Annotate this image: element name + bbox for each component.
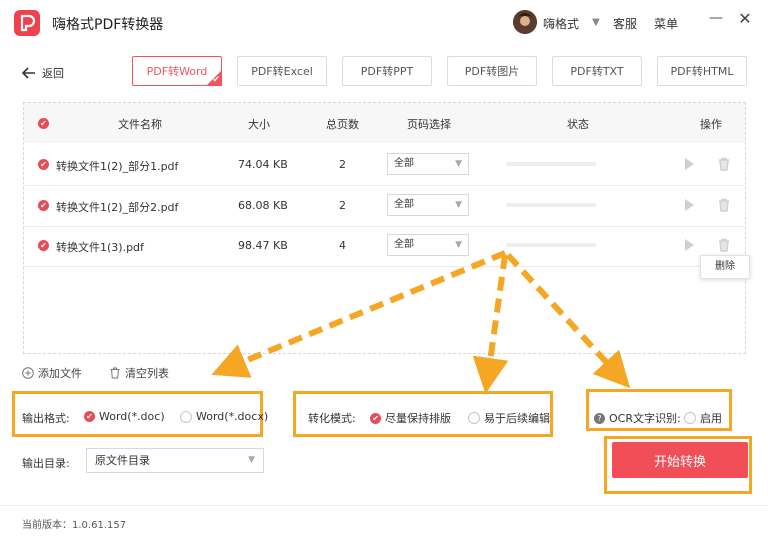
ocr-enable-option[interactable]: 启用 <box>684 410 722 426</box>
option-label: 尽量保持排版 <box>385 412 451 425</box>
radio-checked-icon: ✔ <box>370 412 381 424</box>
footer-divider <box>0 505 768 506</box>
chevron-down-icon: ▼ <box>248 455 255 465</box>
help-icon[interactable]: ? <box>594 412 605 424</box>
option-label: 易于后续编辑 <box>484 412 550 425</box>
format-option-doc[interactable]: ✔ Word(*.doc) <box>84 410 165 423</box>
radio-unchecked-icon <box>468 412 480 424</box>
arrow-to-ocr <box>505 252 631 389</box>
output-dir-value: 原文件目录 <box>95 454 150 467</box>
radio-checked-icon: ✔ <box>84 411 95 422</box>
format-option-docx[interactable]: Word(*.docx) <box>180 410 268 423</box>
clear-list-label: 清空列表 <box>125 367 169 380</box>
mode-option-keep-layout[interactable]: ✔ 尽量保持排版 <box>370 410 451 426</box>
output-dir-label: 输出目录: <box>22 457 70 470</box>
clear-list-button[interactable]: 清空列表 <box>109 365 169 381</box>
arrow-to-format <box>211 250 507 378</box>
add-file-button[interactable]: 添加文件 <box>22 365 82 381</box>
convert-mode-label: 转化模式: <box>308 412 356 425</box>
plus-circle-icon <box>22 367 34 379</box>
version-text: 当前版本：1.0.61.157 <box>22 520 127 531</box>
start-convert-button[interactable]: 开始转换 <box>612 442 748 478</box>
ocr-label-text: OCR文字识别: <box>609 412 681 425</box>
trash-icon <box>110 367 120 379</box>
radio-unchecked-icon <box>180 410 192 423</box>
output-format-label: 输出格式: <box>22 412 70 425</box>
option-label: Word(*.docx) <box>196 410 269 423</box>
add-file-label: 添加文件 <box>38 367 82 380</box>
option-label: Word(*.doc) <box>99 410 165 423</box>
ocr-label: ? OCR文字识别: <box>594 410 681 426</box>
mode-option-easy-edit[interactable]: 易于后续编辑 <box>468 410 550 426</box>
option-label: 启用 <box>700 412 722 425</box>
radio-unchecked-icon <box>684 412 696 424</box>
output-dir-select[interactable]: 原文件目录 ▼ <box>86 448 264 473</box>
arrow-to-mode <box>472 254 509 394</box>
